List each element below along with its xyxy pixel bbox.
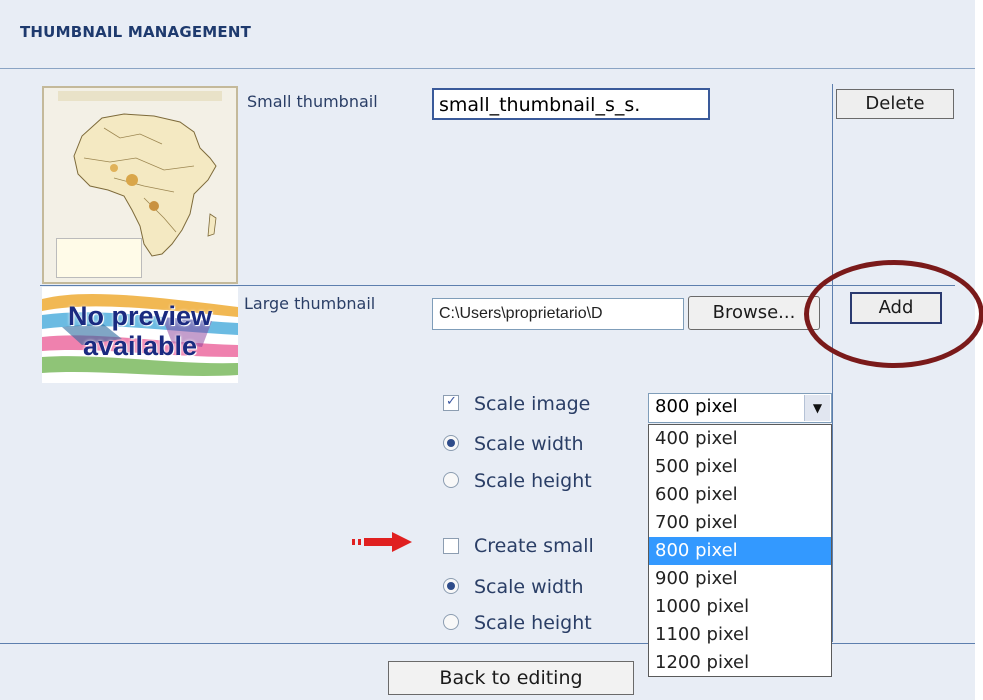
create-small-checkbox[interactable]	[443, 538, 459, 554]
back-to-editing-button[interactable]: Back to editing	[388, 661, 634, 695]
dropdown-option-800[interactable]: 800 pixel	[649, 537, 831, 565]
scale-height-radio[interactable]	[443, 472, 459, 488]
panel-header: THUMBNAIL MANAGEMENT	[0, 0, 975, 69]
create-small-scale-width-label: Scale width	[474, 576, 584, 598]
radio-selected-dot	[447, 582, 455, 590]
browse-button[interactable]: Browse...	[688, 296, 820, 330]
scale-size-dropdown-list: 400 pixel 500 pixel 600 pixel 700 pixel …	[648, 424, 832, 677]
scale-image-label: Scale image	[474, 393, 591, 415]
scale-height-label: Scale height	[474, 470, 592, 492]
dropdown-option-900[interactable]: 900 pixel	[649, 565, 831, 593]
create-small-scale-height-label: Scale height	[474, 612, 592, 634]
dropdown-option-600[interactable]: 600 pixel	[649, 481, 831, 509]
dropdown-option-1100[interactable]: 1100 pixel	[649, 621, 831, 649]
create-small-scale-height-radio[interactable]	[443, 614, 459, 630]
no-preview-text: No preview available	[42, 301, 238, 361]
delete-button[interactable]: Delete	[836, 89, 954, 119]
scale-width-radio[interactable]	[443, 435, 459, 451]
large-thumbnail-preview: No preview available	[42, 287, 238, 383]
map-legend	[56, 238, 142, 278]
dropdown-option-1000[interactable]: 1000 pixel	[649, 593, 831, 621]
scale-width-label: Scale width	[474, 433, 584, 455]
scale-size-select[interactable]: 800 pixel ▼	[648, 393, 832, 423]
dropdown-option-700[interactable]: 700 pixel	[649, 509, 831, 537]
no-preview-line-2: available	[82, 331, 198, 361]
checkmark-icon: ✓	[446, 394, 457, 409]
dropdown-option-1200[interactable]: 1200 pixel	[649, 649, 831, 677]
create-small-scale-width-radio[interactable]	[443, 578, 459, 594]
page-title: THUMBNAIL MANAGEMENT	[20, 23, 252, 41]
dropdown-option-400[interactable]: 400 pixel	[649, 425, 831, 453]
dropdown-option-500[interactable]: 500 pixel	[649, 453, 831, 481]
large-thumbnail-label: Large thumbnail	[244, 294, 376, 313]
scale-image-checkbox[interactable]: ✓	[443, 394, 459, 411]
small-thumbnail-label: Small thumbnail	[247, 92, 378, 111]
chevron-down-icon[interactable]: ▼	[804, 395, 830, 421]
red-arrow-icon	[352, 532, 412, 552]
large-thumbnail-file-field[interactable]: C:\Users\proprietario\D	[432, 298, 684, 330]
column-divider	[832, 84, 833, 642]
small-thumbnail-filename-field[interactable]: small_thumbnail_s_s.	[432, 88, 710, 120]
small-thumbnail-preview	[42, 86, 238, 284]
create-small-label: Create small	[474, 535, 594, 557]
radio-selected-dot	[447, 439, 455, 447]
thumbnail-management-panel: THUMBNAIL MANAGEMENT Small thumbnail sma…	[0, 0, 983, 700]
no-preview-line-1: No preview	[67, 301, 213, 331]
red-circle-highlight	[804, 260, 983, 368]
select-value: 800 pixel	[655, 396, 738, 417]
